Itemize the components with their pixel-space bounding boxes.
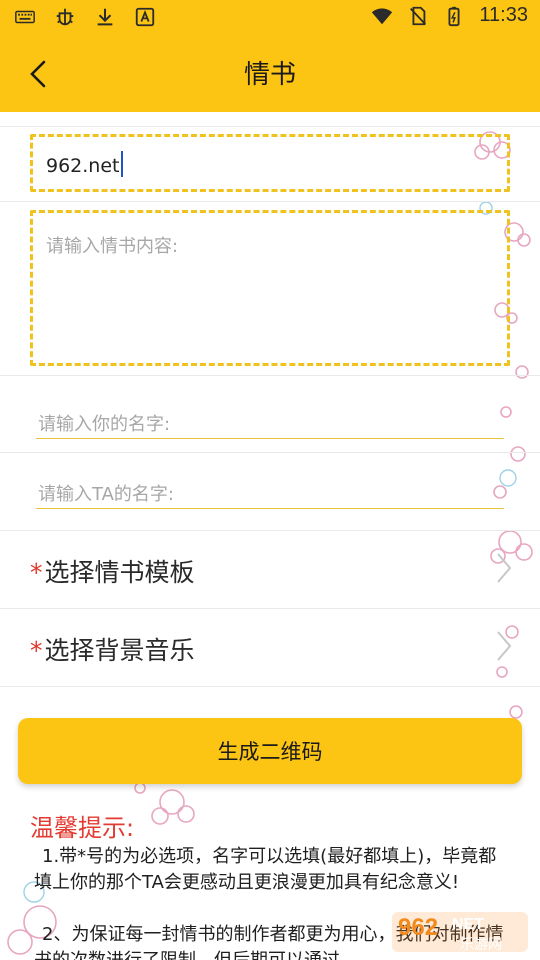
- download-icon: [97, 8, 113, 26]
- page-title: 情书: [243, 60, 296, 90]
- divider: [0, 375, 540, 376]
- clock: 11:33: [479, 4, 528, 26]
- chevron-right-icon: [497, 553, 512, 583]
- no-sim-icon: [410, 6, 427, 25]
- text-icon: [135, 7, 155, 27]
- main-content: 962.net 请输入情书内容: 请输入你的名字: 请输入TA的名字: *选择情…: [0, 112, 540, 960]
- your-name-underline: [36, 438, 504, 439]
- title-bar: 情书: [0, 36, 540, 112]
- content-placeholder: 请输入情书内容:: [46, 236, 179, 257]
- status-bar: 11:33: [0, 0, 540, 36]
- watermark-logo: 962 NET 乐游网: [390, 908, 530, 956]
- wifi-icon: [372, 8, 393, 24]
- required-star: *: [30, 558, 43, 587]
- your-name-input[interactable]: 请输入你的名字:: [38, 410, 170, 436]
- text-cursor: [120, 151, 123, 177]
- watermark-sub: 乐游网: [460, 937, 502, 953]
- title-input-value: 962.net: [46, 151, 123, 177]
- status-right-icons: 11:33: [371, 4, 528, 27]
- bug-icon: [56, 8, 74, 26]
- chevron-right-icon: [497, 631, 512, 661]
- watermark-suffix: NET: [452, 916, 484, 933]
- divider: [0, 201, 540, 202]
- ta-name-underline: [36, 508, 504, 509]
- tips-paragraph-1: 1.带*号的为必选项，名字可以选填(最好都填上)，毕竟都填上你的那个TA会更感动…: [34, 846, 497, 893]
- music-row[interactable]: *选择背景音乐: [0, 609, 540, 685]
- required-star: *: [30, 636, 43, 665]
- status-left-icons: [14, 6, 156, 28]
- tips-title: 温馨提示:: [30, 814, 135, 842]
- watermark-brand: 962: [398, 914, 439, 941]
- generate-qrcode-button[interactable]: 生成二维码: [18, 718, 522, 784]
- divider: [0, 686, 540, 687]
- music-label: *选择背景音乐: [30, 636, 195, 665]
- divider: [0, 126, 540, 127]
- keyboard-icon: [15, 10, 35, 24]
- template-label: *选择情书模板: [30, 558, 195, 587]
- divider: [0, 452, 540, 453]
- battery-icon: [448, 6, 460, 26]
- ta-name-input[interactable]: 请输入TA的名字:: [38, 480, 174, 506]
- template-row[interactable]: *选择情书模板: [0, 531, 540, 607]
